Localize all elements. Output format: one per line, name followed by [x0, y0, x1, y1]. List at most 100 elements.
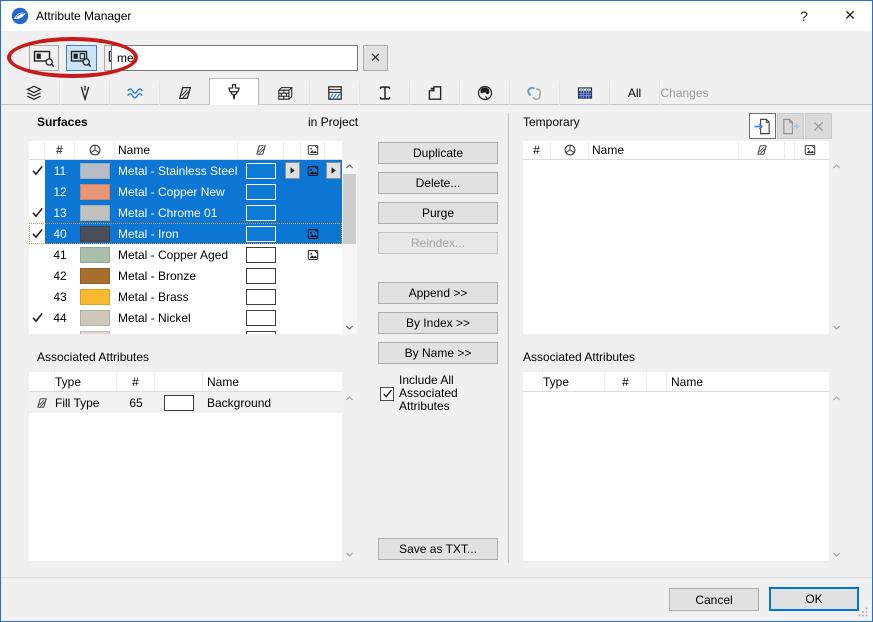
assoc-row-swatch	[155, 392, 203, 413]
tab-operation-profiles[interactable]	[509, 81, 559, 105]
tab-layers[interactable]	[9, 81, 59, 105]
tab-profiles[interactable]	[359, 81, 409, 105]
scroll-up-icon[interactable]	[829, 160, 844, 173]
scroll-down-icon[interactable]	[829, 321, 844, 334]
row-color-swatch	[75, 265, 115, 286]
temporary-scrollbar[interactable]	[829, 160, 844, 334]
assoc-right-scrollbar[interactable]	[829, 392, 844, 561]
globe-pie-icon	[88, 143, 102, 157]
include-associated-label: Include All Associated Attributes	[399, 374, 479, 413]
by-name-button[interactable]: By Name >>	[378, 342, 498, 364]
resize-grip[interactable]	[858, 607, 868, 617]
tab-cities[interactable]	[459, 81, 509, 105]
tab-all[interactable]: All	[609, 81, 659, 105]
tab-surfaces[interactable]	[209, 78, 259, 105]
clear-search-button[interactable]: ✕	[363, 45, 388, 71]
surface-row[interactable]: 42Metal - Bronze	[29, 265, 342, 286]
title-bar[interactable]: Attribute Manager ? ✕	[1, 1, 872, 31]
fill-popup-button[interactable]	[285, 162, 300, 179]
scroll-up-icon[interactable]	[342, 392, 357, 405]
import-file-icon	[753, 117, 772, 136]
include-associated-checkbox[interactable]	[380, 387, 394, 401]
row-texture	[301, 286, 325, 307]
row-fill-swatch	[238, 307, 284, 328]
tab-changes[interactable]: Changes	[659, 81, 709, 105]
surface-row[interactable]: 11Metal - Stainless Steel	[29, 160, 342, 181]
scroll-up-icon[interactable]	[342, 160, 357, 173]
tab-fill-types[interactable]	[159, 81, 209, 105]
filter-left-panel-button[interactable]	[29, 45, 59, 71]
assoc-row[interactable]: Fill Type 65 Background	[29, 392, 342, 413]
row-name: Metal - Bronze	[115, 265, 238, 286]
surface-row[interactable]: 41Metal - Copper Aged	[29, 244, 342, 265]
row-color-swatch	[75, 181, 115, 202]
tab-pens[interactable]	[59, 81, 109, 105]
help-button[interactable]: ?	[787, 1, 821, 30]
row-fill-swatch	[238, 160, 284, 181]
row-texture	[301, 223, 325, 244]
delete-button[interactable]: Delete...	[378, 172, 498, 194]
row-checkmark	[29, 286, 45, 307]
row-fill-swatch	[238, 265, 284, 286]
duplicate-button[interactable]: Duplicate	[378, 142, 498, 164]
texture-popup-button[interactable]	[326, 162, 341, 179]
scrollbar-thumb[interactable]	[343, 174, 356, 244]
by-index-button[interactable]: By Index >>	[378, 312, 498, 334]
index-column-header: #	[523, 141, 551, 159]
tab-mep-systems[interactable]	[559, 81, 609, 105]
building-materials-icon	[326, 84, 344, 102]
name-column-header: Name	[589, 141, 739, 159]
tab-line-types[interactable]	[109, 81, 159, 105]
ok-button[interactable]: OK	[769, 587, 859, 611]
scroll-down-icon[interactable]	[829, 548, 844, 561]
surface-row[interactable]: 12Metal - Copper New	[29, 181, 342, 202]
surface-row[interactable]: 44Metal - Nickel	[29, 307, 342, 328]
purge-button[interactable]: Purge	[378, 202, 498, 224]
save-as-txt-button[interactable]: Save as TXT...	[378, 538, 498, 560]
surface-row[interactable]: 13Metal - Chrome 01	[29, 202, 342, 223]
origin-column-header	[75, 141, 115, 159]
close-x-icon	[811, 119, 826, 134]
globe-pie-icon	[563, 143, 577, 157]
surface-row[interactable]: 43Metal - Brass	[29, 286, 342, 307]
append-button[interactable]: Append >>	[378, 282, 498, 304]
surfaces-scrollbar[interactable]	[342, 160, 357, 334]
checkmark-icon	[31, 227, 44, 240]
search-both-panels-icon	[70, 49, 93, 68]
row-texture	[301, 160, 325, 181]
search-input[interactable]	[111, 45, 358, 71]
scroll-down-icon[interactable]	[342, 548, 357, 561]
assoc-index-header: #	[605, 372, 647, 391]
operation-profiles-icon	[526, 84, 544, 102]
surface-row[interactable]	[29, 328, 342, 334]
scroll-up-icon[interactable]	[829, 392, 844, 405]
paintbrush-icon	[225, 83, 243, 101]
surface-row[interactable]: 40Metal - Iron	[29, 223, 342, 244]
temporary-table-header: # Name	[523, 141, 829, 160]
assoc-name-header: Name	[667, 372, 829, 391]
assoc-attributes-title-left: Associated Attributes	[37, 350, 149, 364]
surfaces-title: Surfaces	[37, 115, 88, 129]
filter-both-panels-button[interactable]	[66, 45, 97, 71]
scroll-down-icon[interactable]	[342, 321, 357, 334]
tab-composites[interactable]	[259, 81, 309, 105]
popup-arrow-icon	[288, 166, 297, 175]
row-checkmark	[29, 181, 45, 202]
row-color-swatch	[75, 160, 115, 181]
assoc-table-right-header: Type # Name	[523, 372, 829, 392]
save-attribute-file-button	[777, 113, 804, 139]
row-texture	[301, 181, 325, 202]
row-fill-swatch	[238, 202, 284, 223]
row-index	[45, 328, 75, 334]
export-file-icon	[781, 117, 800, 136]
texture-image-icon	[306, 227, 320, 241]
cancel-button[interactable]: Cancel	[669, 588, 759, 611]
tab-zone-categories[interactable]	[409, 81, 459, 105]
assoc-left-scrollbar[interactable]	[342, 392, 357, 561]
tab-building-materials[interactable]	[309, 81, 359, 105]
open-attribute-file-button[interactable]	[749, 113, 776, 139]
origin-column-header	[551, 141, 589, 159]
close-button[interactable]: ✕	[833, 1, 867, 30]
row-fill-swatch	[238, 286, 284, 307]
search-left-panel-icon	[33, 49, 56, 68]
